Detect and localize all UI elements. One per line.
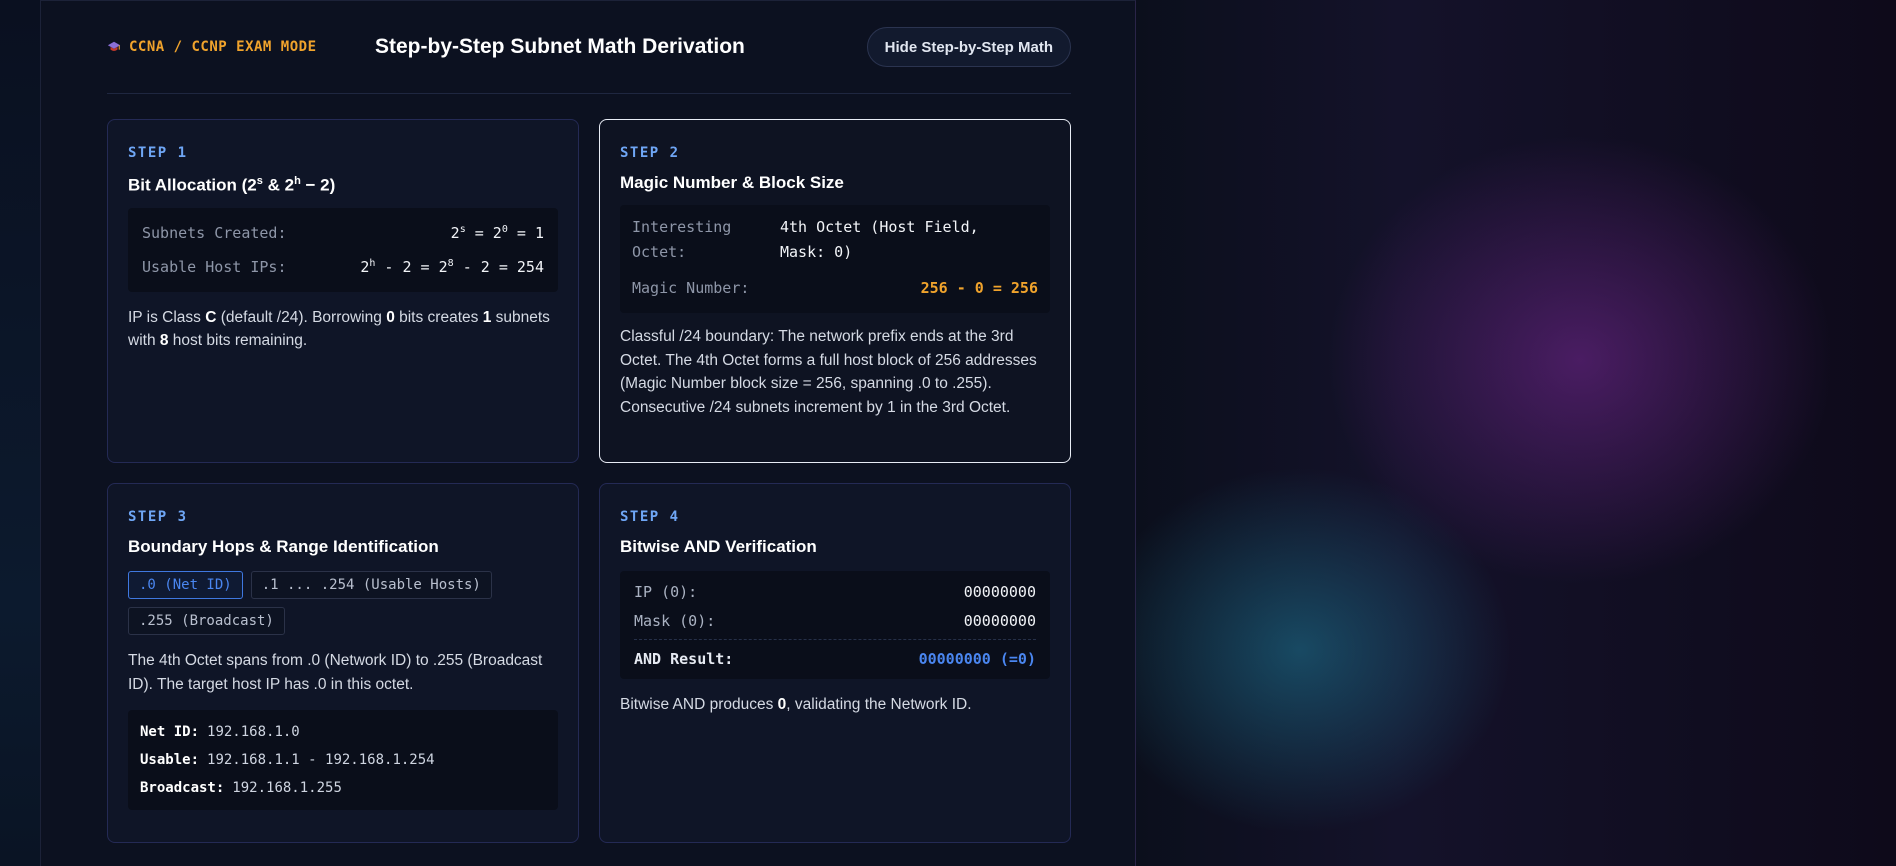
step-1-card: STEP 1 Bit Allocation (2s & 2h − 2) Subn… [107,119,579,463]
value-part: 2 [450,223,460,242]
step-4-label: STEP 4 [620,509,680,525]
interesting-octet-label: Interesting Octet: [632,215,754,265]
step-2-card[interactable]: STEP 2 Magic Number & Block Size Interes… [599,119,1071,463]
hosts-label: Usable Host IPs: [142,257,287,276]
usable-value: 192.168.1.1 - 192.168.1.254 [207,752,435,768]
mask-row: Mask (0): 00000000 [634,606,1036,635]
step-2-title: Magic Number & Block Size [620,173,844,192]
interesting-octet-row: Interesting Octet: 4th Octet (Host Field… [632,213,1038,271]
title-part: & 2 [262,175,295,195]
magic-number-value: 256 - 0 = 256 [920,279,1038,297]
hosts-value: 2h - 2 = 28 - 2 = 254 [360,258,544,276]
step-3-title: Boundary Hops & Range Identification [128,537,439,556]
step-2-description: Classful /24 boundary: The network prefi… [620,328,1037,416]
graduation-cap-icon [107,41,121,51]
subnets-label: Subnets Created: [142,223,287,242]
mask-label: Mask (0): [634,611,716,630]
value-line: Mask: 0) [780,243,853,261]
chip-broadcast[interactable]: .255 (Broadcast) [128,607,285,635]
bit-allocation-box: Subnets Created: 2s = 20 = 1 Usable Host… [128,207,558,292]
desc-bold: C [205,308,217,326]
desc-part: Bitwise AND produces [620,696,778,713]
magic-number-label: Magic Number: [632,279,750,297]
broadcast-label: Broadcast: [140,780,225,796]
desc-part: , validating the Network ID. [786,696,972,713]
ip-row: IP (0): 00000000 [634,577,1036,606]
subnets-row: Subnets Created: 2s = 20 = 1 [142,216,544,250]
broadcast-value: 192.168.1.255 [232,780,342,796]
and-divider [634,639,1036,640]
magic-number-box: Interesting Octet: 4th Octet (Host Field… [620,205,1050,313]
title-part: − 2) [300,175,336,195]
title-part: Bit Allocation (2 [128,175,257,195]
step-4-title: Bitwise AND Verification [620,537,817,556]
title-sup: h [294,175,301,187]
value-line: 4th Octet (Host Field, [780,218,979,236]
hosts-row: Usable Host IPs: 2h - 2 = 28 - 2 = 254 [142,250,544,284]
net-id-value: 192.168.1.0 [207,724,300,740]
hide-step-math-button[interactable]: Hide Step-by-Step Math [866,27,1071,67]
step-1-label: STEP 1 [128,145,188,161]
net-id-label: Net ID: [140,724,200,740]
chip-net-id[interactable]: .0 (Net ID) [128,571,243,599]
desc-bold: 0 [386,308,395,326]
ip-value: 00000000 [963,582,1036,601]
desc-part: (default /24). Borrowing [216,308,387,326]
and-result-label: AND Result: [634,649,734,668]
value-part: = 1 [507,223,544,242]
step-4-card: STEP 4 Bitwise AND Verification IP (0): … [599,483,1071,843]
label-line: Interesting [632,218,732,236]
background-edge [0,0,40,866]
net-id-row: Net ID: 192.168.1.0 [140,718,546,746]
value-part: - 2 = 2 [375,257,448,276]
panel-header: CCNA / CCNP EXAM MODE Step-by-Step Subne… [107,27,1071,67]
usable-label: Usable: [140,752,200,768]
and-result-row: AND Result: 00000000 (=0) [634,644,1036,673]
step-4-description: Bitwise AND produces 0, validating the N… [620,693,1050,717]
desc-bold: 8 [159,332,169,350]
step-3-description: The 4th Octet spans from .0 (Network ID)… [128,652,543,693]
exam-mode-label: CCNA / CCNP EXAM MODE [107,39,317,55]
header-divider [107,93,1071,94]
desc-bold: 0 [777,696,787,713]
ip-label: IP (0): [634,582,698,601]
chip-usable-hosts[interactable]: .1 ... .254 (Usable Hosts) [250,571,492,599]
mask-value: 00000000 [963,611,1036,630]
subnets-value: 2s = 20 = 1 [451,224,544,242]
step-3-label: STEP 3 [128,509,188,525]
range-chips: .0 (Net ID) .1 ... .254 (Usable Hosts) .… [128,571,528,635]
step-3-card: STEP 3 Boundary Hops & Range Identificat… [107,483,579,843]
label-line: Octet: [632,243,687,261]
value-part: - 2 = 254 [453,257,544,276]
broadcast-row: Broadcast: 192.168.1.255 [140,774,546,802]
desc-part: IP is Class [128,308,206,326]
page-title: Step-by-Step Subnet Math Derivation [375,35,745,58]
value-part: = 2 [465,223,502,242]
and-result-value: 00000000 (=0) [918,649,1036,668]
step-1-title: Bit Allocation (2s & 2h − 2) [128,175,558,196]
bitwise-and-box: IP (0): 00000000 Mask (0): 00000000 AND … [620,571,1050,679]
exam-mode-text: CCNA / CCNP EXAM MODE [129,39,317,55]
subnet-math-panel: CCNA / CCNP EXAM MODE Step-by-Step Subne… [40,0,1136,866]
range-summary-box: Net ID: 192.168.1.0 Usable: 192.168.1.1 … [128,710,558,810]
desc-part: host bits remaining. [168,332,308,350]
interesting-octet-value: 4th Octet (Host Field, Mask: 0) [780,215,979,265]
magic-number-row: Magic Number: 256 - 0 = 256 [632,271,1038,305]
step-2-label: STEP 2 [620,145,680,161]
step-1-description: IP is Class C (default /24). Borrowing 0… [128,306,558,353]
desc-part: bits creates [394,308,483,326]
usable-row: Usable: 192.168.1.1 - 192.168.1.254 [140,746,546,774]
